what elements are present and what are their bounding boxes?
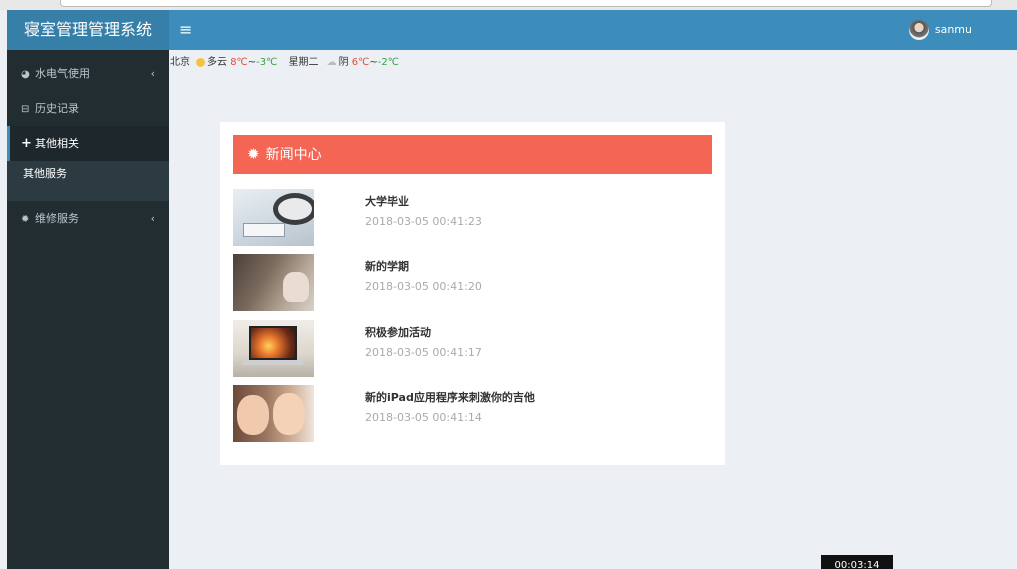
- list-item[interactable]: 积极参加活动 2018-03-05 00:41:17: [233, 320, 712, 377]
- weather-widget[interactable]: 北京 多云 8℃~-3℃ 星期二 ☁ 阴 6℃~-2℃: [170, 53, 399, 68]
- weather-separator: ~: [247, 57, 257, 68]
- news-panel-header: ✹ 新闻中心: [233, 135, 712, 174]
- list-item[interactable]: 新的iPad应用程序来刺激你的吉他 2018-03-05 00:41:14: [233, 385, 712, 442]
- news-title[interactable]: 新的学期: [365, 258, 409, 274]
- news-panel: ✹ 新闻中心 大学毕业 2018-03-05 00:41:23 新的学期 2018…: [220, 122, 725, 465]
- news-panel-title: 新闻中心: [265, 147, 322, 163]
- address-bar[interactable]: [60, 0, 992, 7]
- sidebar-subitem-other-services[interactable]: 其他服务: [7, 161, 169, 187]
- avatar: [908, 20, 929, 40]
- news-thumbnail[interactable]: [233, 189, 314, 246]
- news-title[interactable]: 新的iPad应用程序来刺激你的吉他: [365, 389, 535, 405]
- news-date: 2018-03-05 00:41:14: [365, 411, 482, 424]
- chart-icon: ◕: [21, 69, 30, 80]
- weather-tomorrow-high: 6℃: [351, 57, 370, 68]
- list-item[interactable]: 大学毕业 2018-03-05 00:41:23: [233, 189, 712, 246]
- news-thumbnail[interactable]: [233, 254, 314, 311]
- sidebar: ◕ 水电气使用 ‹ ⊟ 历史记录 + 其他相关 其他服务 ✹ 维修服务 ‹: [7, 50, 169, 569]
- user-menu[interactable]: sanmu: [908, 20, 972, 40]
- news-title[interactable]: 大学毕业: [365, 193, 409, 209]
- sidebar-submenu: 其他服务: [7, 161, 169, 201]
- sun-icon: [196, 57, 205, 67]
- sidebar-item-others[interactable]: + 其他相关: [7, 126, 169, 161]
- news-date: 2018-03-05 00:41:20: [365, 280, 482, 293]
- menu-toggle-icon[interactable]: ≡: [179, 10, 192, 50]
- chevron-left-icon: ‹: [150, 212, 155, 225]
- browser-top-strip: [0, 0, 1017, 10]
- top-navbar: ≡ sanmu: [169, 10, 1017, 50]
- chevron-left-icon: ‹: [150, 67, 155, 80]
- app-logo[interactable]: 寝室管理管理系统: [7, 10, 169, 50]
- news-thumbnail[interactable]: [233, 385, 314, 442]
- gear-icon: ✹: [247, 145, 260, 163]
- sidebar-item-label: 维修服务: [35, 212, 79, 225]
- news-thumbnail[interactable]: [233, 320, 314, 377]
- sidebar-item-label: 其他相关: [35, 137, 79, 150]
- weather-today-low: -3℃: [256, 57, 278, 68]
- weather-tomorrow-low: -2℃: [377, 57, 399, 68]
- sidebar-item-label: 历史记录: [35, 102, 79, 115]
- weather-tomorrow-desc: 阴: [338, 57, 349, 68]
- username: sanmu: [934, 23, 972, 36]
- plus-icon: +: [21, 136, 32, 151]
- video-timestamp: 00:03:14: [821, 555, 893, 569]
- cloud-icon: ☁: [326, 57, 337, 68]
- sidebar-item-history[interactable]: ⊟ 历史记录: [7, 91, 169, 126]
- news-date: 2018-03-05 00:41:17: [365, 346, 482, 359]
- inbox-icon: ⊟: [21, 104, 30, 115]
- news-title[interactable]: 积极参加活动: [365, 324, 431, 340]
- sidebar-item-utilities[interactable]: ◕ 水电气使用 ‹: [7, 56, 169, 91]
- sidebar-item-label: 水电气使用: [35, 67, 90, 80]
- weather-separator: ~: [369, 57, 378, 68]
- weather-weekday: 星期二: [288, 57, 319, 68]
- weather-city: 北京: [170, 57, 190, 68]
- weather-today-desc: 多云: [207, 57, 227, 68]
- gear-icon: ✹: [21, 214, 30, 225]
- news-date: 2018-03-05 00:41:23: [365, 215, 482, 228]
- sidebar-item-repair[interactable]: ✹ 维修服务 ‹: [7, 201, 169, 236]
- weather-today-high: 8℃: [230, 57, 248, 68]
- list-item[interactable]: 新的学期 2018-03-05 00:41:20: [233, 254, 712, 311]
